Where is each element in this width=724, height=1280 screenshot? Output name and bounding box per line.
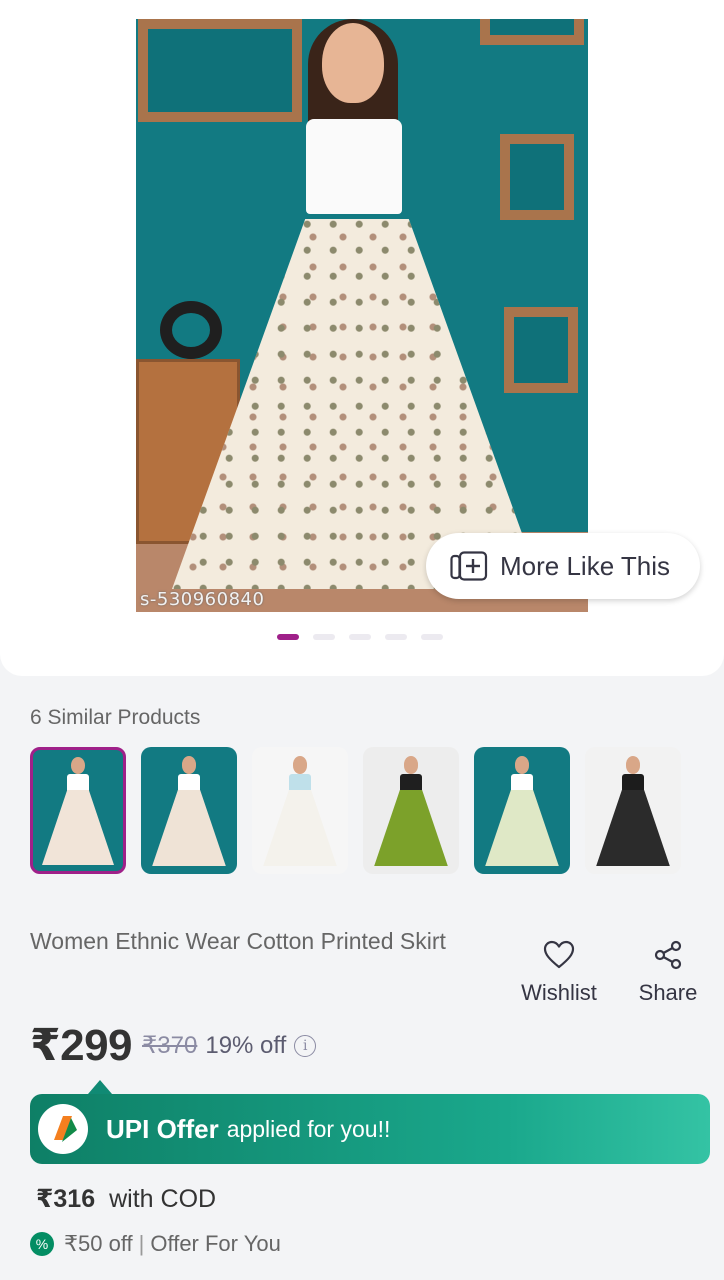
similar-product-1[interactable] xyxy=(30,747,126,874)
image-wall-frame xyxy=(504,307,578,393)
offer-row[interactable]: % ₹50 off | Offer For You xyxy=(30,1231,281,1257)
thumb-model-skirt xyxy=(596,789,670,866)
image-vase xyxy=(160,301,222,359)
original-price: ₹370 xyxy=(142,1032,198,1059)
similar-product-6[interactable] xyxy=(585,747,681,874)
similar-product-3[interactable] xyxy=(252,747,348,874)
similar-product-4[interactable] xyxy=(363,747,459,874)
carousel-dot[interactable] xyxy=(349,634,371,640)
wishlist-button[interactable]: Wishlist xyxy=(517,940,601,1006)
product-title: Women Ethnic Wear Cotton Printed Skirt xyxy=(30,928,446,954)
cod-price-row: ₹316 with COD xyxy=(36,1184,216,1214)
offer-label: Offer For You xyxy=(150,1231,281,1256)
offer-amount: ₹50 off xyxy=(64,1231,133,1256)
thumb-model-face xyxy=(70,757,86,775)
wishlist-label: Wishlist xyxy=(521,980,597,1005)
selling-price: ₹299 xyxy=(30,1021,133,1070)
image-wall-frame xyxy=(480,19,584,45)
thumb-model-face xyxy=(403,756,419,774)
carousel-dot[interactable] xyxy=(421,634,443,640)
cod-price: ₹316 xyxy=(36,1185,96,1213)
upi-offer-banner[interactable]: UPI Offer applied for you!! xyxy=(30,1094,710,1164)
cod-label: with COD xyxy=(109,1185,217,1213)
similar-products-list xyxy=(30,747,681,874)
share-icon xyxy=(654,940,682,970)
image-wall-frame xyxy=(138,19,302,122)
product-image[interactable]: s-530960840 xyxy=(136,19,588,612)
share-button[interactable]: Share xyxy=(636,940,700,1006)
thumb-model-face xyxy=(181,756,197,774)
similar-product-5[interactable] xyxy=(474,747,570,874)
image-model-top xyxy=(306,119,402,214)
product-image-carousel[interactable]: s-530960840 More Like This xyxy=(0,0,724,676)
upi-offer-title: UPI Offer xyxy=(106,1113,219,1144)
share-label: Share xyxy=(638,980,698,1005)
thumb-model-skirt xyxy=(152,789,226,866)
upi-banner-pointer xyxy=(88,1080,112,1094)
thumb-model-skirt xyxy=(263,789,337,866)
thumb-model-skirt xyxy=(485,789,559,866)
offer-separator: | xyxy=(138,1231,145,1256)
image-wall-frame xyxy=(500,134,574,220)
thumb-model-skirt xyxy=(374,789,448,866)
upi-offer-subtitle: applied for you!! xyxy=(226,1115,391,1142)
similar-products-title: 6 Similar Products xyxy=(30,706,201,729)
info-icon[interactable]: i xyxy=(294,1034,317,1057)
similar-product-2[interactable] xyxy=(141,747,237,874)
carousel-dot[interactable] xyxy=(277,634,299,640)
thumb-model-skirt xyxy=(42,789,114,865)
discount-badge-icon: % xyxy=(30,1232,54,1256)
more-like-this-label: More Like This xyxy=(500,550,671,581)
image-model-face xyxy=(322,23,384,103)
upi-logo-icon xyxy=(38,1104,88,1154)
image-watermark: s-530960840 xyxy=(140,589,265,610)
carousel-dots xyxy=(277,634,443,640)
thumb-model-face xyxy=(625,756,641,774)
heart-icon xyxy=(543,940,575,969)
carousel-dot[interactable] xyxy=(313,634,335,640)
carousel-dot[interactable] xyxy=(385,634,407,640)
thumb-model-face xyxy=(292,756,308,774)
more-like-this-button[interactable]: More Like This xyxy=(426,533,700,599)
discount-percent: 19% off xyxy=(205,1031,287,1059)
more-like-this-icon xyxy=(450,551,488,581)
thumb-model-face xyxy=(514,756,530,774)
price-row: ₹299 ₹370 19% off i xyxy=(30,1020,317,1071)
